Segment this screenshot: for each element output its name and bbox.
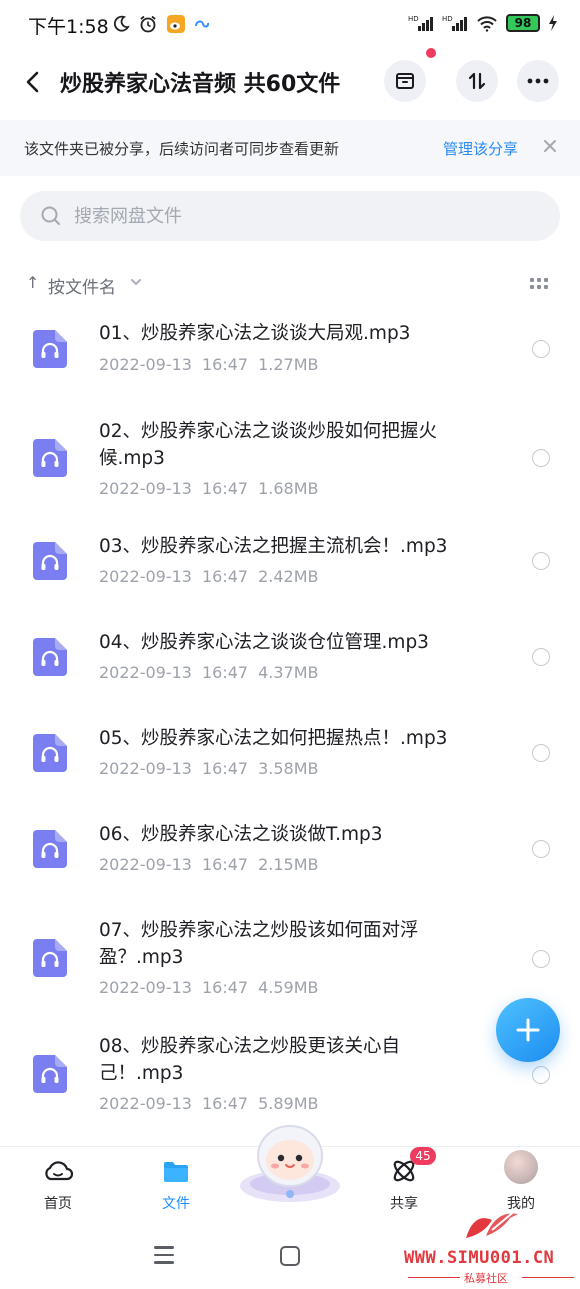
file-name: 04、炒股养家心法之谈谈仓位管理.mp3: [99, 632, 429, 653]
select-radio[interactable]: [532, 950, 550, 968]
audio-file-icon: [33, 830, 67, 868]
moon-icon: [113, 15, 130, 32]
grid-view-icon[interactable]: [530, 278, 550, 292]
audio-file-icon: [33, 1055, 67, 1093]
watermark: WWW.SIMU001.CN 私募社区: [404, 1196, 580, 1289]
nav-home[interactable]: 首页: [18, 1147, 98, 1227]
share-count-badge: 45: [410, 1147, 436, 1165]
back-button[interactable]: [18, 64, 48, 100]
signal-hd-icon-2: HD: [442, 15, 467, 31]
file-meta: 2022-09-13 16:47 2.15MB: [99, 855, 319, 874]
watermark-logo-icon: [466, 1209, 518, 1238]
list-item[interactable]: 06、炒股养家心法之谈谈做T.mp3 2022-09-13 16:47 2.15MB: [0, 821, 580, 891]
banner-close-button[interactable]: [538, 134, 562, 158]
manage-share-link[interactable]: 管理该分享: [443, 138, 518, 159]
svg-text:HD: HD: [442, 15, 453, 23]
select-radio[interactable]: [532, 449, 550, 467]
list-item[interactable]: 07、炒股养家心法之炒股该如何面对浮盈？.mp3 2022-09-13 16:47…: [0, 917, 580, 1007]
recent-apps-button[interactable]: [154, 1246, 174, 1264]
search-input[interactable]: [74, 191, 534, 241]
select-radio[interactable]: [532, 552, 550, 570]
signal-hd-icon: HD: [408, 15, 433, 31]
weibo-icon: [167, 15, 185, 33]
status-icons-right: HD HD 98: [408, 14, 558, 32]
list-item[interactable]: 04、炒股养家心法之谈谈仓位管理.mp3 2022-09-13 16:47 4.37…: [0, 629, 580, 699]
file-meta: 2022-09-13 16:47 5.89MB: [99, 1094, 319, 1113]
sort-direction-icon[interactable]: ↑: [26, 273, 39, 292]
audio-file-icon: [33, 734, 67, 772]
share-banner-text: 该文件夹已被分享，后续访问者可同步查看更新: [24, 140, 340, 158]
more-dots-icon: [527, 78, 549, 84]
select-radio[interactable]: [532, 744, 550, 762]
avatar[interactable]: [504, 1150, 538, 1184]
share-banner: 该文件夹已被分享，后续访问者可同步查看更新 管理该分享: [0, 120, 580, 176]
transfer-button[interactable]: [456, 60, 498, 102]
page-title: 炒股养家心法音频 共60文件: [60, 72, 341, 97]
file-name: 03、炒股养家心法之把握主流机会！.mp3: [99, 536, 448, 557]
more-button[interactable]: [517, 60, 559, 102]
watermark-url: WWW.SIMU001.CN: [404, 1248, 555, 1268]
chevron-down-icon[interactable]: [130, 278, 142, 286]
audio-file-icon: [33, 638, 67, 676]
select-radio[interactable]: [532, 648, 550, 666]
status-bar: 下午1:58 HD HD 98: [0, 0, 580, 52]
list-item[interactable]: 08、炒股养家心法之炒股更该关心自己！.mp3 2022-09-13 16:47 5…: [0, 1033, 580, 1123]
svg-text:HD: HD: [408, 15, 419, 23]
audio-file-icon: [33, 439, 67, 477]
select-radio[interactable]: [532, 1066, 550, 1084]
search-icon: [41, 206, 60, 225]
alarm-icon: [140, 15, 156, 33]
sort-bar: ↑ 按文件名: [0, 268, 580, 302]
select-radio[interactable]: [532, 840, 550, 858]
list-item[interactable]: 01、炒股养家心法之谈谈大局观.mp3 2022-09-13 16:47 1.27M…: [0, 318, 580, 398]
select-radio[interactable]: [532, 340, 550, 358]
plus-icon: [516, 1018, 540, 1042]
list-item[interactable]: 02、炒股养家心法之谈谈炒股如何把握火候.mp3 2022-09-13 16:47…: [0, 418, 580, 508]
file-name: 07、炒股养家心法之炒股该如何面对浮盈？.mp3: [99, 920, 419, 968]
home-button[interactable]: [280, 1246, 300, 1266]
file-meta: 2022-09-13 16:47 2.42MB: [99, 567, 319, 586]
close-icon: [544, 140, 556, 152]
list-item[interactable]: 05、炒股养家心法之如何把握热点！.mp3 2022-09-13 16:47 3.5…: [0, 725, 580, 795]
nav-files-label: 文件: [162, 1196, 190, 1212]
header: 炒股养家心法音频 共60文件: [0, 52, 580, 112]
sort-label[interactable]: 按文件名: [48, 273, 116, 298]
audio-file-icon: [33, 939, 67, 977]
status-time: 下午1:58: [28, 16, 109, 38]
back-arrow-icon: [26, 71, 39, 93]
baidu-netdisk-icon: [195, 20, 210, 28]
notification-dot: [426, 48, 436, 58]
folder-icon: [164, 1162, 188, 1182]
add-button[interactable]: [496, 998, 560, 1062]
wifi-icon: [477, 16, 497, 32]
file-name: 05、炒股养家心法之如何把握热点！.mp3: [99, 728, 448, 749]
charging-icon: [549, 15, 557, 31]
inbox-icon: [396, 73, 414, 89]
home-cloud-icon: [45, 1161, 74, 1181]
mascot-icon[interactable]: [238, 1120, 342, 1204]
file-meta: 2022-09-13 16:47 4.59MB: [99, 978, 319, 997]
transfer-arrows-icon: [468, 72, 486, 90]
file-name: 01、炒股养家心法之谈谈大局观.mp3: [99, 323, 411, 344]
list-item[interactable]: 03、炒股养家心法之把握主流机会！.mp3 2022-09-13 16:47 2.4…: [0, 533, 580, 603]
file-meta: 2022-09-13 16:47 4.37MB: [99, 663, 319, 682]
file-name: 06、炒股养家心法之谈谈做T.mp3: [99, 824, 383, 845]
audio-file-icon: [33, 542, 67, 580]
file-name: 02、炒股养家心法之谈谈炒股如何把握火候.mp3: [99, 421, 438, 469]
file-name: 08、炒股养家心法之炒股更该关心自己！.mp3: [99, 1036, 401, 1084]
nav-home-label: 首页: [44, 1196, 72, 1212]
battery-indicator: 98: [506, 14, 540, 32]
search-bar: [20, 191, 560, 241]
nav-files[interactable]: 文件: [136, 1147, 216, 1227]
watermark-divider: [408, 1277, 460, 1278]
watermark-subtitle: 私募社区: [464, 1272, 508, 1285]
file-meta: 2022-09-13 16:47 3.58MB: [99, 759, 319, 778]
watermark-divider: [522, 1277, 574, 1278]
file-meta: 2022-09-13 16:47 1.27MB: [99, 355, 319, 374]
inbox-button[interactable]: [384, 60, 426, 102]
audio-file-icon: [33, 330, 67, 368]
status-icons-left: [112, 14, 210, 34]
file-meta: 2022-09-13 16:47 1.68MB: [99, 479, 319, 498]
